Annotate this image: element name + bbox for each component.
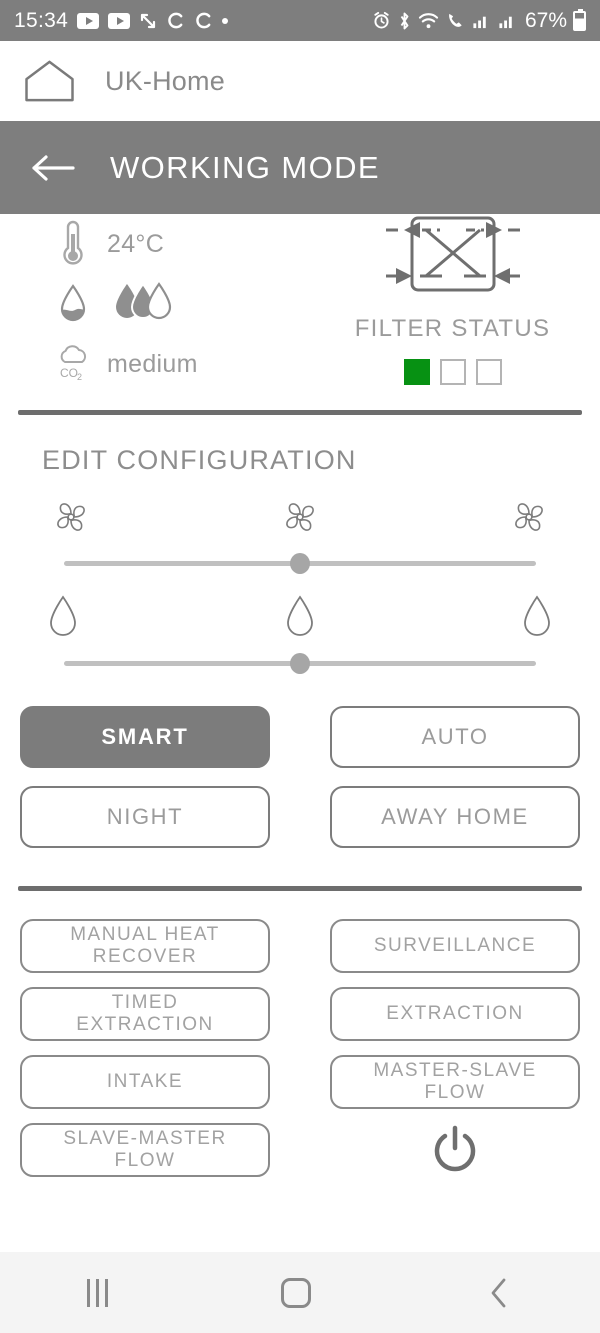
- recents-icon[interactable]: [86, 1278, 108, 1307]
- mode-button-away-home[interactable]: AWAY HOME: [330, 786, 580, 848]
- fan-slider-track[interactable]: [64, 553, 536, 574]
- back-chevron-icon[interactable]: [485, 1276, 513, 1310]
- fan-medium-icon: [277, 494, 323, 545]
- mode-button-grid: SMART AUTO NIGHT AWAY HOME: [0, 706, 600, 848]
- signal-icon: [499, 16, 512, 29]
- fan-slider-thumb[interactable]: [290, 553, 310, 574]
- humidity-slider-thumb[interactable]: [290, 653, 310, 674]
- humidity-slider-track[interactable]: [64, 653, 536, 674]
- battery-percent-label: 67%: [524, 8, 567, 32]
- filter-square-3: [475, 359, 502, 385]
- co2-reading: CO 2 medium: [45, 334, 335, 394]
- co2-cloud-icon: CO 2: [45, 342, 101, 386]
- working-mode-bar: WORKING MODE: [0, 121, 600, 214]
- edit-configuration-title: EDIT CONFIGURATION: [42, 445, 357, 475]
- status-bar-right: 67%: [372, 8, 586, 33]
- filter-square-2: [439, 359, 466, 385]
- youtube-icon: [77, 12, 100, 29]
- water-drop-icon: [45, 283, 101, 325]
- drop-small-icon: [48, 594, 78, 645]
- c-icon: [196, 12, 211, 29]
- fan-large-icon: [506, 494, 552, 545]
- wifi-icon: [418, 13, 439, 29]
- sensor-readings: 24°C CO 2 medium: [45, 214, 335, 394]
- temperature-value: 24°C: [107, 229, 165, 258]
- button-slave-master-flow[interactable]: SLAVE-MASTER FLOW: [20, 1123, 270, 1177]
- power-icon[interactable]: [427, 1122, 483, 1178]
- button-extraction[interactable]: EXTRACTION: [330, 987, 580, 1041]
- drop-large-icon: [522, 594, 552, 645]
- youtube-icon: [108, 12, 131, 29]
- screenshot-icon: [140, 13, 156, 28]
- drop-medium-icon: [285, 594, 315, 645]
- home-name-label: UK-Home: [105, 65, 225, 96]
- button-timed-extraction[interactable]: TIMED EXTRACTION: [20, 987, 270, 1041]
- section-divider-bottom: [18, 886, 582, 891]
- button-intake[interactable]: INTAKE: [20, 1055, 270, 1109]
- c-icon: [168, 12, 183, 29]
- battery-icon: [573, 8, 586, 31]
- fan-icon-row: [0, 476, 600, 545]
- humidity-icon-row: [0, 566, 600, 645]
- dot-icon: [222, 17, 229, 24]
- heat-exchanger-icon: [374, 216, 532, 303]
- power-button[interactable]: [330, 1123, 580, 1177]
- filter-status-block: FILTER STATUS: [335, 216, 570, 385]
- bluetooth-icon: [400, 12, 409, 29]
- button-master-slave-flow[interactable]: MASTER-SLAVE FLOW: [330, 1055, 580, 1109]
- home-icon[interactable]: [22, 58, 77, 104]
- back-arrow-icon[interactable]: [30, 151, 76, 185]
- signal-icon: [473, 16, 486, 29]
- thermometer-icon: [45, 220, 101, 268]
- alarm-icon: [374, 11, 389, 29]
- svg-text:2: 2: [77, 372, 82, 382]
- button-surveillance[interactable]: SURVEILLANCE: [330, 919, 580, 973]
- special-button-grid: MANUAL HEAT RECOVER SURVEILLANCE TIMED EXT…: [0, 919, 600, 1177]
- status-bar: 15:34 67%: [0, 0, 600, 41]
- call-icon: [449, 13, 462, 27]
- status-bar-left: 15:34: [14, 8, 229, 33]
- filter-status-label: FILTER STATUS: [354, 315, 551, 342]
- svg-text:CO: CO: [60, 366, 78, 380]
- fan-small-icon: [48, 494, 94, 545]
- page-title: WORKING MODE: [110, 149, 380, 185]
- mode-button-smart[interactable]: SMART: [20, 706, 270, 768]
- mode-button-auto[interactable]: AUTO: [330, 706, 580, 768]
- fan-speed-slider[interactable]: [0, 553, 600, 574]
- button-manual-heat-recover[interactable]: MANUAL HEAT RECOVER: [20, 919, 270, 973]
- humidity-slider[interactable]: [0, 653, 600, 674]
- app-bar: UK-Home: [0, 41, 600, 121]
- humidity-reading: [45, 274, 335, 334]
- mode-button-night[interactable]: NIGHT: [20, 786, 270, 848]
- status-bar-clock: 15:34: [14, 8, 69, 32]
- filter-square-1: [403, 359, 430, 385]
- humidity-level-icon: [111, 280, 179, 329]
- android-nav-bar: [0, 1252, 600, 1333]
- home-square-icon[interactable]: [281, 1277, 312, 1308]
- filter-status-indicator: [403, 359, 502, 385]
- status-panel: 24°C CO 2 medium FILTER STATUS: [0, 214, 600, 410]
- co2-value: medium: [107, 349, 198, 378]
- main-content: 24°C CO 2 medium FILTER STATUS EDIT CONF…: [0, 214, 600, 1252]
- temperature-reading: 24°C: [45, 214, 335, 274]
- phone-screen: 15:34 67% UK-Home WORKING MODE 24°C CO 2…: [0, 0, 600, 1333]
